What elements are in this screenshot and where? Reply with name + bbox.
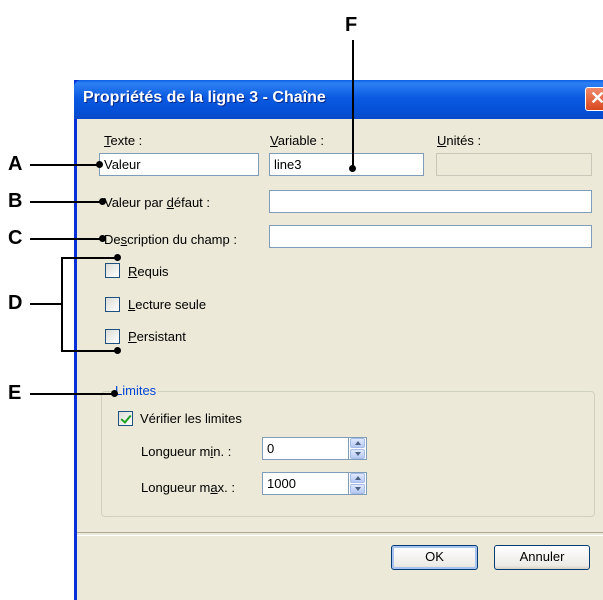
close-icon: ✕ (589, 88, 603, 108)
callout-b-line (30, 201, 102, 203)
callout-e-dot (111, 390, 118, 397)
lecture-seule-checkbox[interactable] (105, 297, 120, 312)
spin-up-icon[interactable] (350, 438, 365, 448)
callout-f-letter: F (345, 14, 358, 36)
callout-b-dot (99, 198, 106, 205)
callout-d-line (30, 303, 62, 305)
texte-field[interactable]: Valeur (99, 153, 259, 176)
callout-a-line (30, 164, 100, 166)
max-length-spinner[interactable] (349, 472, 367, 495)
callout-d-letter: D (8, 292, 23, 314)
min-length-label: Longueur min. : (141, 444, 232, 459)
callout-c-dot (99, 235, 106, 242)
verify-limits-label[interactable]: Vérifier les limites (140, 411, 242, 426)
callout-f-line (352, 40, 354, 168)
max-length-field[interactable]: 1000 (262, 472, 349, 495)
texte-label: Texte : (104, 133, 143, 148)
button-separator (77, 532, 603, 536)
requis-label[interactable]: Requis (128, 264, 168, 279)
callout-e-line (30, 393, 114, 395)
callout-d-bracket-bottom (61, 350, 117, 352)
close-button[interactable]: ✕ (585, 87, 603, 111)
callout-d-dot-bottom (114, 347, 121, 354)
variable-label: Variable : (270, 133, 324, 148)
description-label: Description du champ : (104, 232, 237, 247)
min-length-field[interactable]: 0 (262, 437, 349, 460)
callout-f-dot (349, 165, 356, 172)
default-value-field[interactable] (269, 190, 592, 213)
requis-checkbox[interactable] (105, 263, 120, 278)
callout-c-letter: C (8, 227, 23, 249)
callout-e-letter: E (8, 382, 22, 404)
unites-field (436, 153, 592, 176)
spin-down-icon[interactable] (350, 484, 365, 494)
callout-a-letter: A (8, 153, 23, 175)
lecture-seule-label[interactable]: Lecture seule (128, 297, 206, 312)
verify-limits-checkbox[interactable] (118, 411, 133, 426)
unites-label: Unités : (437, 133, 482, 148)
limits-group-title: Limites (113, 383, 159, 398)
callout-b-letter: B (8, 190, 23, 212)
persistant-label[interactable]: Persistant (128, 329, 186, 344)
ok-button[interactable]: OK (391, 545, 478, 570)
callout-c-line (30, 238, 102, 240)
unites-label-rest: nités : (446, 133, 482, 148)
spin-up-icon[interactable] (350, 473, 365, 483)
callout-d-dot-top (114, 254, 121, 261)
cancel-button[interactable]: Annuler (494, 545, 590, 570)
persistant-checkbox[interactable] (105, 329, 120, 344)
callout-d-bracket (61, 257, 63, 352)
variable-label-rest: ariable : (277, 133, 324, 148)
texte-label-rest: exte : (110, 133, 143, 148)
default-value-label: Valeur par défaut : (104, 195, 211, 210)
callout-d-bracket-top (61, 257, 117, 259)
min-length-spinner[interactable] (349, 437, 367, 460)
spin-down-icon[interactable] (350, 449, 365, 459)
variable-field[interactable]: line3 (269, 153, 424, 176)
description-field[interactable] (269, 225, 592, 248)
callout-a-dot (96, 161, 103, 168)
dialog-title: Propriétés de la ligne 3 - Chaîne (83, 89, 326, 106)
max-length-label: Longueur max. : (141, 480, 235, 495)
